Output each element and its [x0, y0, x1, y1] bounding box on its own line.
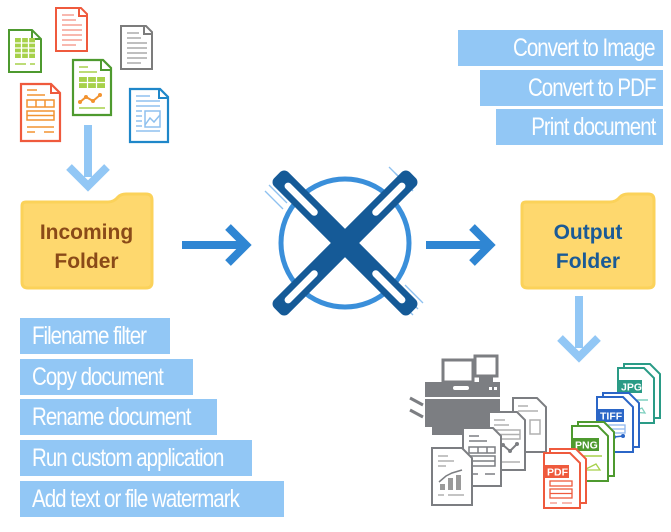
- svg-text:PDF: PDF: [547, 467, 569, 479]
- svg-text:TIFF: TIFF: [600, 411, 623, 423]
- output-action-print-document: Print document: [496, 109, 663, 145]
- spreadsheet-doc-icon: [8, 29, 42, 73]
- pdf-file-icon: PDF: [543, 448, 587, 509]
- image-doc-icon: [128, 87, 170, 144]
- gray-report-doc-icon: [431, 447, 473, 506]
- incoming-action-filename-filter: Filename filter: [20, 318, 170, 354]
- text-doc-icon-red: [55, 7, 88, 52]
- chart-doc-icon: [71, 58, 113, 117]
- output-folder[interactable]: Output Folder: [518, 191, 658, 291]
- incoming-folder-label-line2: Folder: [54, 250, 119, 273]
- arrow-down-icon-incoming: [66, 125, 110, 192]
- output-action-convert-to-image: Convert to Image: [458, 30, 663, 66]
- arrow-right-icon-to-engine: [182, 224, 252, 266]
- incoming-action-run-custom-application: Run custom application: [20, 440, 252, 476]
- incoming-action-copy-document: Copy document: [20, 359, 193, 395]
- text-doc-icon-gray: [120, 25, 153, 70]
- incoming-action-rename-document: Rename document: [20, 399, 217, 435]
- arrow-right-icon-to-output: [426, 224, 496, 266]
- svg-text:PNG: PNG: [575, 440, 598, 452]
- output-folder-label-line2: Folder: [555, 250, 621, 273]
- incoming-folder[interactable]: Incoming Folder: [18, 192, 155, 290]
- incoming-action-add-watermark: Add text or file watermark: [20, 481, 284, 517]
- output-action-convert-to-pdf: Convert to PDF: [480, 70, 663, 106]
- incoming-folder-label-line1: Incoming: [39, 221, 134, 244]
- output-folder-label-line1: Output: [553, 221, 623, 244]
- output-formats-cluster: JPG TIFF PNG PDF: [543, 363, 661, 509]
- printer-icon: [409, 354, 500, 435]
- propeller-processing-icon[interactable]: [255, 155, 435, 335]
- svg-text:JPG: JPG: [621, 382, 642, 394]
